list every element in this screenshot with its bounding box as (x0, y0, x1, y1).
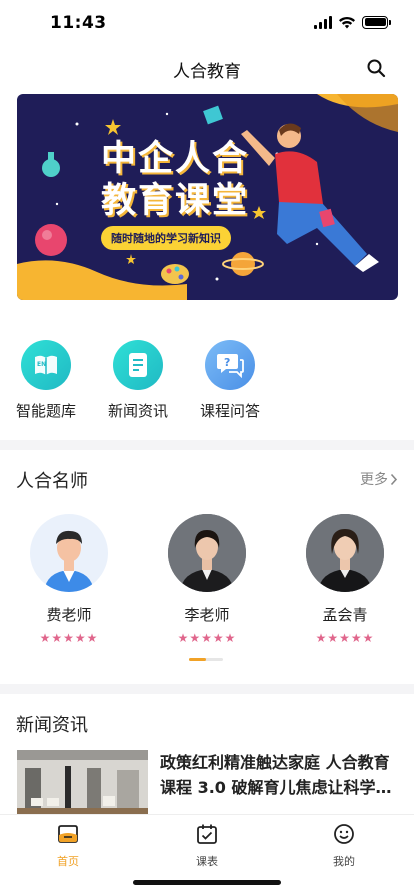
news-thumbnail (17, 750, 148, 814)
chevron-right-icon (390, 473, 398, 485)
wifi-icon (339, 16, 355, 28)
nav-bar: 人合教育 (0, 48, 414, 88)
quick-entries: EN 智能题库 新闻资讯 ? 课程问答 (0, 340, 414, 430)
banner-headline: 中企人合 教育课堂 (101, 138, 249, 222)
status-time: 11:43 (50, 13, 107, 33)
quick-entry-question-bank[interactable]: EN 智能题库 (6, 340, 86, 421)
banner-headline-line2: 教育课堂 (101, 181, 250, 221)
cellular-signal-icon (314, 15, 332, 29)
tab-label: 课表 (196, 855, 218, 868)
teachers-section-title: 人合名师 (16, 471, 88, 492)
news-icon (113, 340, 163, 390)
promo-banner[interactable]: 中企人合 教育课堂 随时随地的学习新知识 (17, 94, 398, 300)
qa-icon: ? (205, 340, 255, 390)
teacher-name: 李老师 (184, 606, 230, 624)
rating-stars: ★★★★★ (177, 631, 237, 645)
rating-stars: ★★★★★ (39, 631, 99, 645)
tab-profile[interactable]: 我的 (304, 823, 384, 869)
quick-entry-label: 课程问答 (199, 402, 260, 420)
teacher-name: 孟会青 (322, 606, 368, 624)
avatar (168, 514, 246, 592)
tab-schedule[interactable]: 课表 (167, 823, 247, 869)
svg-text:?: ? (224, 356, 230, 369)
more-teachers-link[interactable]: 更多 (360, 469, 398, 489)
svg-text:EN: EN (37, 361, 46, 368)
news-section-title: 新闻资讯 (16, 715, 88, 736)
quick-entry-qa[interactable]: ? 课程问答 (190, 340, 270, 421)
banner-slogan: 随时随地的学习新知识 (101, 226, 231, 250)
section-divider (0, 684, 414, 694)
battery-icon (362, 15, 391, 29)
search-icon[interactable] (366, 58, 386, 78)
tab-home[interactable]: 首页 (28, 823, 108, 869)
news-list-item[interactable]: 政策红利精准触达家庭 人合教育课程 3.0 破解育儿焦虑让科学育儿触手可及 (17, 750, 398, 814)
question-bank-icon: EN (21, 340, 71, 390)
quick-entry-label: 新闻资讯 (107, 402, 168, 420)
more-link-label: 更多 (360, 472, 388, 488)
status-icons (314, 15, 391, 29)
home-indicator (133, 880, 281, 885)
page-title: 人合教育 (173, 62, 241, 82)
avatar (306, 514, 384, 592)
tab-label: 我的 (333, 855, 355, 868)
news-title: 政策红利精准触达家庭 人合教育课程 3.0 破解育儿焦虑让科学育儿触手可及 (160, 753, 392, 797)
quick-entry-news[interactable]: 新闻资讯 (98, 340, 178, 421)
teacher-card[interactable]: 李老师 ★★★★★ (157, 514, 257, 645)
teacher-name: 费老师 (46, 606, 92, 624)
rating-stars: ★★★★★ (315, 631, 375, 645)
carousel-indicator (189, 658, 223, 661)
teacher-card[interactable]: 孟会青 ★★★★★ (295, 514, 395, 645)
home-icon (58, 825, 78, 843)
teacher-card[interactable]: 费老师 ★★★★★ (19, 514, 119, 645)
smiley-icon (334, 824, 354, 844)
avatar (30, 514, 108, 592)
quick-entry-label: 智能题库 (15, 402, 76, 420)
banner-headline-line1: 中企人合 (101, 139, 250, 179)
calendar-check-icon (197, 824, 217, 844)
section-divider (0, 440, 414, 450)
status-bar: 11:43 (0, 0, 414, 48)
tab-label: 首页 (57, 855, 79, 868)
